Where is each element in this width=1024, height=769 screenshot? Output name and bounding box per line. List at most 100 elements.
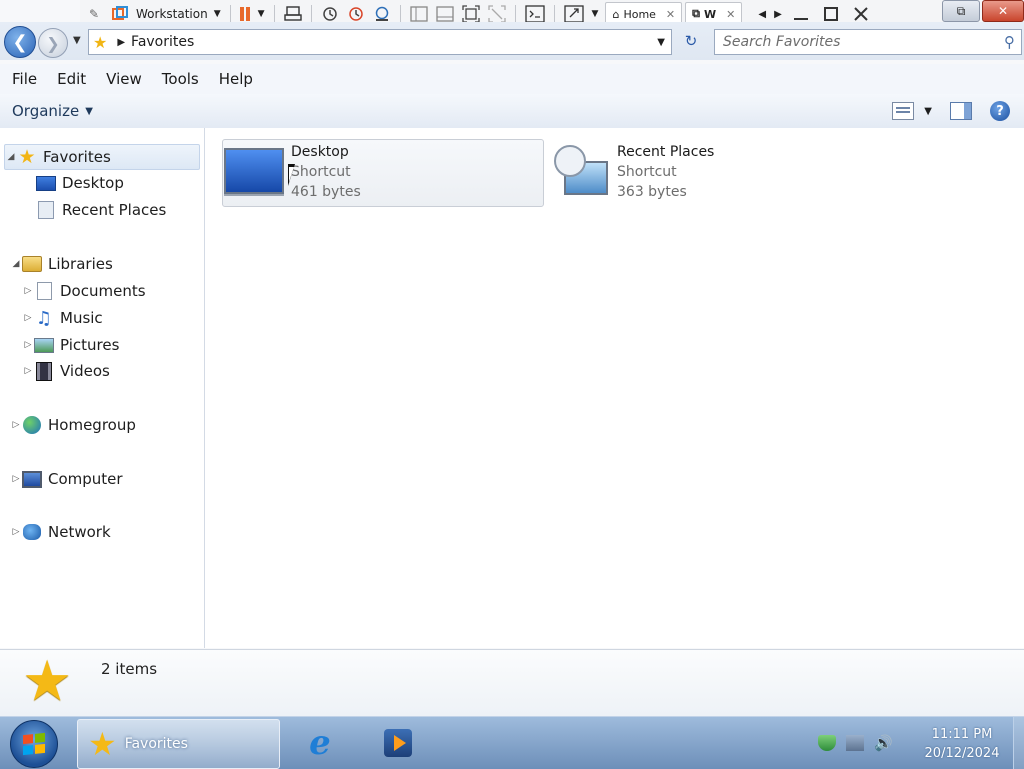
desktop-icon	[223, 140, 285, 202]
collapsed-arrow-icon[interactable]: ▷	[22, 313, 34, 323]
favorites-star-icon: ★	[22, 649, 73, 714]
organize-label: Organize	[12, 102, 80, 120]
tree-item-label: Videos	[60, 362, 110, 380]
help-icon[interactable]: ?	[990, 101, 1010, 121]
file-item-desktop[interactable]: Desktop Shortcut 461 bytes	[222, 139, 544, 207]
tree-item-pictures[interactable]: ▷ Pictures	[22, 333, 120, 357]
tree-item-label: Pictures	[60, 336, 120, 354]
network-status-icon[interactable]	[846, 735, 864, 751]
tree-network[interactable]: ▷ Network	[10, 520, 111, 544]
taskbar-button-label: Favorites	[124, 736, 188, 752]
star-icon: ★	[88, 725, 117, 763]
expanded-arrow-icon[interactable]: ◢	[10, 259, 22, 269]
address-dropdown-icon[interactable]: ▼	[657, 37, 665, 48]
expanded-arrow-icon[interactable]: ◢	[5, 152, 17, 162]
tree-item-desktop[interactable]: Desktop	[36, 171, 124, 195]
collapsed-arrow-icon[interactable]: ▷	[10, 420, 22, 430]
taskbar-clock[interactable]: 11:11 PM 20/12/2024	[910, 725, 1014, 763]
command-bar-right: ▼ ?	[892, 101, 1010, 121]
tree-item-recent-places[interactable]: Recent Places	[36, 198, 166, 222]
close-tab-icon[interactable]: ✕	[666, 8, 675, 21]
change-view-button[interactable]: ▼	[892, 102, 932, 120]
file-name: Recent Places	[617, 144, 715, 160]
media-player-icon[interactable]	[378, 723, 418, 763]
separator	[273, 5, 275, 23]
details-pane: ★ 2 items	[0, 649, 1024, 716]
windows-logo-icon	[23, 732, 45, 756]
chevron-down-icon: ▼	[213, 9, 221, 19]
breadcrumb-arrow-icon[interactable]: ▶	[117, 37, 125, 48]
vm-name-label: Workstation	[136, 7, 208, 21]
forward-button[interactable]: ❯	[38, 28, 68, 58]
menu-tools[interactable]: Tools	[150, 70, 207, 88]
menu-edit[interactable]: Edit	[45, 70, 94, 88]
vm-tab-icon: ⧉	[692, 7, 700, 20]
back-button[interactable]: ❮	[4, 26, 36, 58]
restore-icon: ⧉	[956, 3, 966, 18]
tree-favorites[interactable]: ◢ ★ Favorites	[4, 144, 200, 170]
recent-places-icon	[36, 201, 56, 219]
tree-homegroup[interactable]: ▷ Homegroup	[10, 413, 136, 437]
breadcrumb-favorites[interactable]: Favorites	[131, 34, 194, 50]
tree-item-videos[interactable]: ▷ Videos	[22, 359, 110, 383]
address-row: ❮ ❯ ▼ ★ ▶ Favorites ▼ ↻ ⚲	[0, 22, 1024, 60]
tree-libraries[interactable]: ◢ Libraries	[10, 252, 113, 276]
tree-item-label: Documents	[60, 282, 146, 300]
search-box[interactable]: ⚲	[714, 29, 1022, 55]
file-size: 461 bytes	[291, 184, 361, 200]
preview-pane-icon[interactable]	[950, 102, 972, 120]
chevron-down-icon: ▼	[85, 105, 93, 117]
refresh-button[interactable]: ↻	[674, 29, 708, 53]
collapsed-arrow-icon[interactable]: ▷	[10, 527, 22, 537]
taskbar-button-favorites[interactable]: ★ Favorites	[77, 719, 280, 769]
restore-button[interactable]: ⧉	[942, 0, 980, 22]
file-item-recent-places[interactable]: Recent Places Shortcut 363 bytes	[548, 139, 870, 207]
internet-explorer-icon[interactable]: e	[300, 723, 340, 763]
close-icon: ✕	[997, 4, 1009, 18]
favorites-star-icon: ★	[93, 32, 108, 52]
tree-network-label: Network	[48, 523, 111, 541]
arrow-right-icon: ❯	[46, 33, 60, 53]
file-name: Desktop	[291, 144, 349, 160]
organize-button[interactable]: Organize ▼	[12, 102, 93, 120]
tree-item-label: Music	[60, 309, 103, 327]
search-input[interactable]	[715, 33, 1004, 51]
menu-help[interactable]: Help	[207, 70, 261, 88]
recent-pages-dropdown[interactable]: ▼	[73, 35, 81, 46]
close-button[interactable]: ✕	[982, 0, 1024, 22]
tree-item-music[interactable]: ▷ ♫ Music	[22, 306, 103, 330]
taskbar: ★ Favorites e 🔊 11:11 PM 20/12/2024	[0, 716, 1024, 769]
tree-computer[interactable]: ▷ Computer	[10, 467, 123, 491]
command-bar: Organize ▼ ▼ ?	[0, 94, 1024, 129]
collapsed-arrow-icon[interactable]: ▷	[10, 474, 22, 484]
separator	[310, 5, 312, 23]
file-list: Desktop Shortcut 461 bytes Recent Places…	[205, 128, 1024, 648]
tree-item-label: Recent Places	[62, 201, 167, 219]
tab-home-label: Home	[623, 7, 656, 21]
menu-file[interactable]: File	[0, 70, 45, 88]
file-type: Shortcut	[617, 164, 677, 180]
separator	[399, 5, 401, 23]
tree-item-documents[interactable]: ▷ Documents	[22, 279, 146, 303]
collapsed-arrow-icon[interactable]: ▷	[22, 286, 34, 296]
computer-icon	[22, 470, 42, 488]
desktop-icon	[36, 174, 56, 192]
view-options-icon	[892, 102, 915, 120]
menu-view[interactable]: View	[94, 70, 150, 88]
address-bar[interactable]: ★ ▶ Favorites ▼	[88, 29, 672, 55]
videos-icon	[34, 361, 54, 381]
star-icon: ★	[18, 146, 36, 168]
collapsed-arrow-icon[interactable]: ▷	[22, 340, 34, 350]
pictures-icon	[34, 336, 54, 354]
mouse-cursor-fill	[289, 167, 294, 182]
network-icon	[22, 523, 42, 541]
start-button[interactable]	[10, 720, 58, 768]
collapsed-arrow-icon[interactable]: ▷	[22, 366, 34, 376]
search-icon[interactable]: ⚲	[1004, 33, 1015, 51]
security-shield-icon[interactable]	[818, 735, 836, 751]
volume-icon[interactable]: 🔊	[874, 735, 893, 751]
show-desktop-button[interactable]	[1013, 717, 1024, 769]
clock-date: 20/12/2024	[924, 746, 1000, 761]
close-tab-icon[interactable]: ✕	[726, 8, 735, 21]
tree-favorites-label: Favorites	[43, 148, 111, 166]
